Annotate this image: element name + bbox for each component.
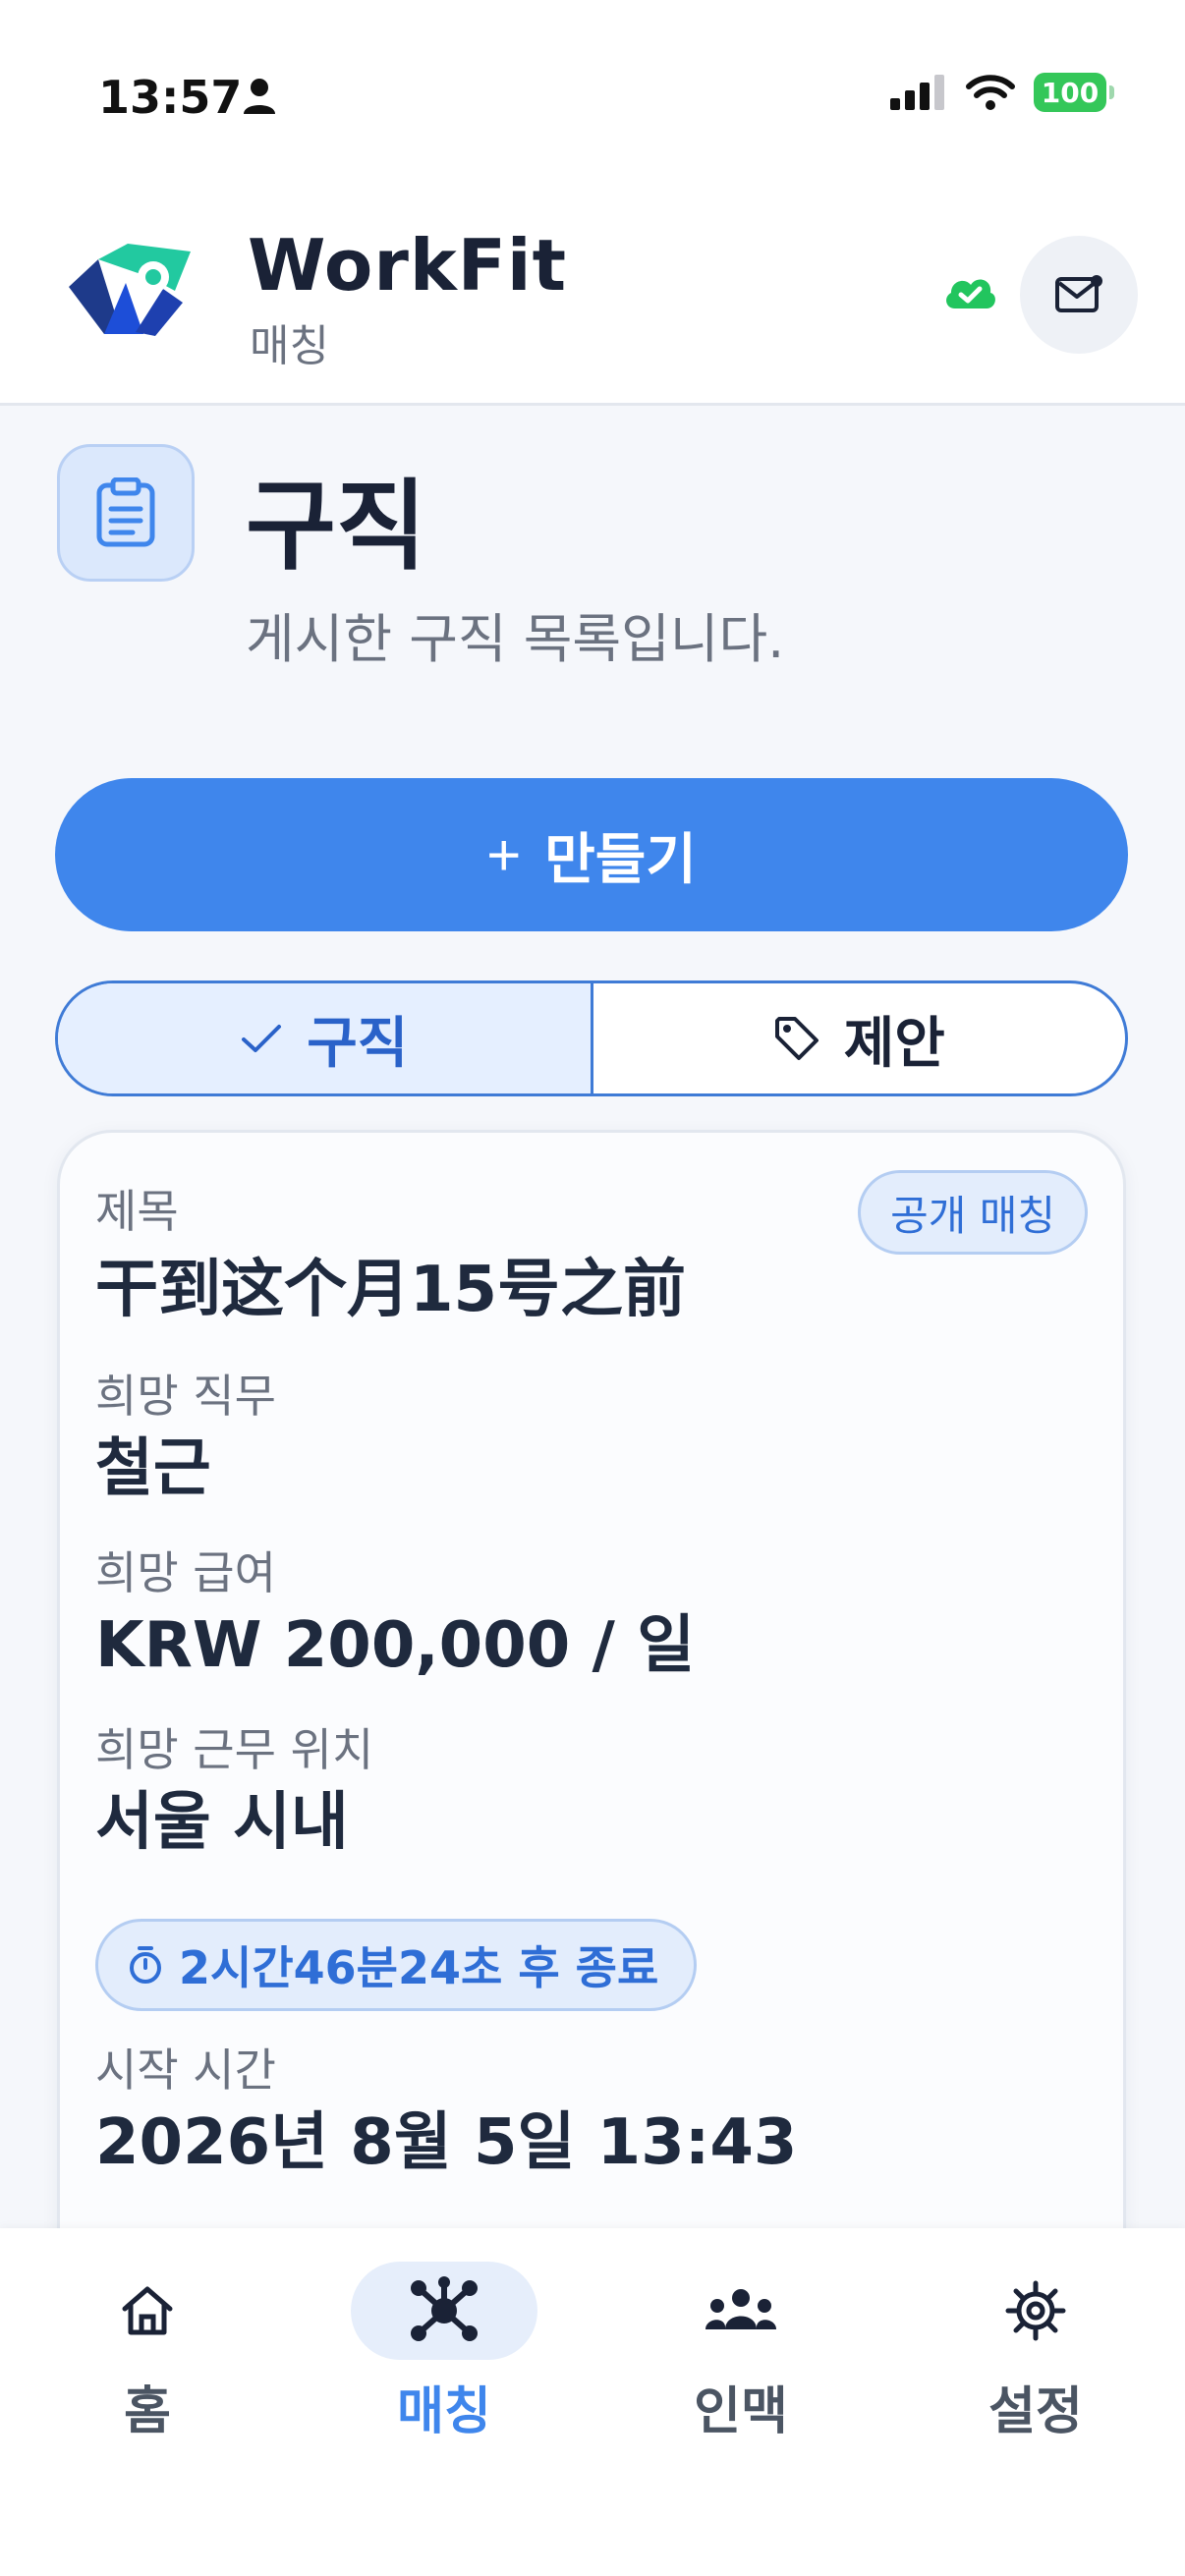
signal-icon — [890, 75, 944, 110]
status-time: 13:57 — [98, 71, 243, 124]
stopwatch-icon — [130, 1946, 161, 1984]
status-indicators: 100 — [890, 73, 1114, 112]
salary-label: 희망 급여 — [95, 1546, 276, 1599]
mail-icon — [1055, 275, 1102, 312]
create-button[interactable]: + 만들기 — [55, 778, 1128, 931]
start-time-label: 시작 시간 — [95, 2044, 276, 2097]
job-label: 희망 직무 — [95, 1370, 276, 1423]
clipboard-icon — [96, 477, 155, 547]
job-card[interactable]: 공개 매칭 제목 干到这个月15号之前 희망 직무 철근 희망 급여 KRW 2… — [57, 1130, 1126, 2309]
app-header: WorkFit 매칭 — [0, 196, 1185, 406]
status-bar: 13:57 100 — [0, 0, 1185, 196]
battery-icon: 100 — [1034, 73, 1114, 112]
location-value: 서울 시내 — [95, 1786, 349, 1859]
clipboard-icon-box — [57, 444, 195, 582]
nav-home[interactable]: 홈 — [49, 2262, 246, 2443]
location-label: 희망 근무 위치 — [95, 1723, 374, 1776]
start-time-value: 2026년 8월 5일 13:43 — [95, 2106, 798, 2179]
person-icon — [244, 79, 275, 114]
nav-matching[interactable]: 매칭 — [346, 2262, 542, 2443]
home-icon — [122, 2286, 173, 2335]
nav-network-label: 인맥 — [694, 2382, 788, 2441]
nav-settings-label: 설정 — [988, 2382, 1083, 2441]
nav-network[interactable]: 인맥 — [643, 2262, 839, 2443]
page-description: 게시한 구직 목록입니다. — [246, 608, 785, 670]
countdown-text: 2시간46분24초 후 종료 — [179, 1941, 659, 1994]
plus-icon: + — [486, 821, 522, 888]
create-button-label: 만들기 — [544, 827, 697, 890]
tab-offers[interactable]: 제안 — [593, 983, 1126, 1093]
nav-matching-label: 매칭 — [397, 2382, 491, 2441]
wifi-icon — [966, 75, 1015, 110]
workfit-logo-icon — [69, 244, 191, 336]
tab-job-seeking[interactable]: 구직 — [58, 983, 593, 1093]
title-value: 干到这个月15号之前 — [95, 1254, 687, 1326]
app-subtitle: 매칭 — [250, 321, 329, 371]
bottom-nav: 홈 매칭 인맥 설정 — [0, 2228, 1185, 2576]
app-title: WorkFit — [248, 224, 567, 307]
network-icon — [411, 2276, 478, 2341]
cloud-sync-icon — [946, 279, 995, 308]
job-value: 철근 — [95, 1432, 211, 1505]
tab-offers-label: 제안 — [843, 1011, 945, 1076]
salary-value: KRW 200,000 / 일 — [95, 1609, 696, 1682]
check-icon — [242, 1025, 282, 1052]
title-label: 제목 — [95, 1185, 179, 1238]
tab-job-seeking-label: 구직 — [307, 1011, 409, 1076]
countdown-badge: 2시간46분24초 후 종료 — [95, 1919, 698, 2011]
nav-settings[interactable]: 설정 — [937, 2262, 1134, 2443]
nav-home-label: 홈 — [124, 2382, 171, 2441]
page-title: 구직 — [246, 469, 426, 584]
people-icon — [705, 2289, 776, 2329]
public-matching-badge: 공개 매칭 — [858, 1170, 1088, 1255]
mail-button[interactable] — [1020, 236, 1138, 354]
gear-icon — [1005, 2280, 1066, 2341]
tag-icon — [774, 1017, 818, 1060]
segment-control: 구직 제안 — [55, 980, 1128, 1096]
